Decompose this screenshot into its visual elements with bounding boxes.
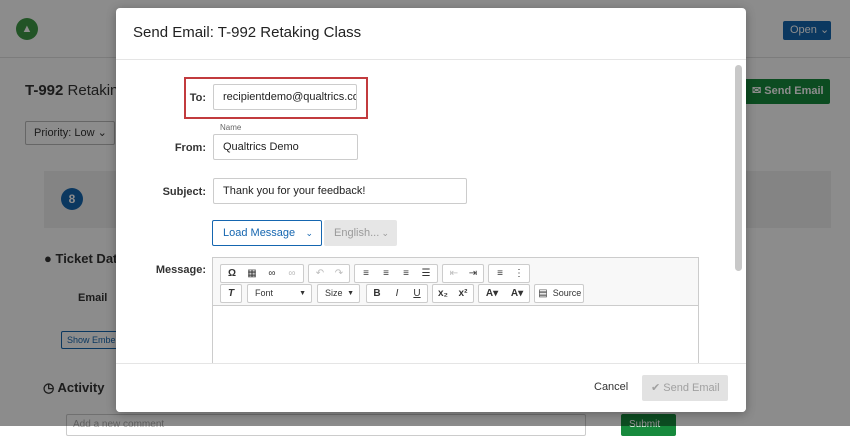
size-select[interactable]: Size ▼ (317, 284, 360, 303)
source-button[interactable]: Source (551, 285, 583, 302)
indent-icon[interactable]: ⇥ (464, 265, 482, 282)
bulleted-list-icon[interactable]: ⋮ (510, 265, 528, 282)
align-right-icon[interactable]: ≡ (397, 265, 415, 282)
list-group: ≡ ⋮ (488, 264, 530, 283)
caret-down-icon: ▼ (299, 290, 306, 297)
unlink-icon[interactable]: ∞ (283, 265, 301, 282)
align-group: ≡ ≡ ≡ ☰ (354, 264, 438, 283)
font-select-label: Font (255, 288, 274, 298)
to-field[interactable]: recipientdemo@qualtrics.co (213, 84, 357, 110)
modal-title: Send Email: T-992 Retaking Class (133, 24, 362, 41)
clear-format-icon[interactable]: T (222, 285, 240, 302)
superscript-icon[interactable]: x² (454, 285, 472, 302)
modal-footer: Cancel ✔ Send Email (116, 363, 746, 412)
editor-toolbar: Ω ▦ ∞ ∞ ↶ ↷ ≡ ≡ ≡ ☰ ⇤ ⇥ ≡ ⋮ T Font ▼ Siz… (213, 258, 698, 306)
underline-button[interactable]: U (408, 285, 426, 302)
text-style-group: B I U (366, 284, 428, 303)
subscript-icon[interactable]: x₂ (434, 285, 452, 302)
modal-body: To: recipientdemo@qualtrics.co Name From… (116, 61, 746, 363)
load-message-label: Load Message (223, 227, 296, 239)
undo-icon[interactable]: ↶ (311, 265, 329, 282)
check-icon: ✔ (651, 382, 661, 394)
script-group: x₂ x² (432, 284, 474, 303)
italic-button[interactable]: I (388, 285, 406, 302)
send-email-modal: Send Email: T-992 Retaking Class To: rec… (116, 8, 746, 412)
language-label: English... (334, 227, 380, 239)
color-group: A▾ A▾ (478, 284, 530, 303)
from-label: From: (174, 142, 206, 154)
cancel-button[interactable]: Cancel (594, 381, 628, 393)
source-group: ▤ Source (534, 284, 584, 303)
caret-down-icon: ▼ (347, 290, 354, 297)
load-message-dropdown[interactable]: Load Message ⌄ (212, 220, 322, 246)
align-center-icon[interactable]: ≡ (377, 265, 395, 282)
chevron-down-icon: ⌄ (381, 228, 389, 238)
outdent-icon[interactable]: ⇤ (445, 265, 463, 282)
message-editor[interactable]: Ω ▦ ∞ ∞ ↶ ↷ ≡ ≡ ≡ ☰ ⇤ ⇥ ≡ ⋮ T Font ▼ Siz… (212, 257, 699, 363)
message-label: Message: (155, 264, 206, 276)
language-dropdown[interactable]: English... ⌄ (324, 220, 397, 246)
source-icon[interactable]: ▤ (536, 285, 550, 302)
from-field[interactable]: Qualtrics Demo (213, 134, 358, 160)
send-email-label: Send Email (663, 382, 720, 394)
subject-label: Subject: (162, 186, 206, 198)
align-left-icon[interactable]: ≡ (357, 265, 375, 282)
indent-group: ⇤ ⇥ (442, 264, 484, 283)
text-color-icon[interactable]: A▾ (505, 285, 529, 302)
size-select-label: Size (325, 288, 343, 298)
link-icon[interactable]: ∞ (263, 265, 281, 282)
font-select[interactable]: Font ▼ (247, 284, 312, 303)
bold-button[interactable]: B (368, 285, 386, 302)
scrollbar[interactable] (735, 65, 742, 271)
insert-group: Ω ▦ ∞ ∞ (220, 264, 304, 283)
modal-header: Send Email: T-992 Retaking Class (116, 8, 746, 60)
special-char-icon[interactable]: Ω (223, 265, 241, 282)
from-name-hint: Name (220, 123, 242, 132)
chevron-down-icon: ⌄ (305, 228, 313, 238)
table-icon[interactable]: ▦ (243, 265, 261, 282)
align-justify-icon[interactable]: ☰ (417, 265, 435, 282)
send-email-button[interactable]: ✔ Send Email (642, 375, 728, 401)
numbered-list-icon[interactable]: ≡ (491, 265, 509, 282)
undo-group: ↶ ↷ (308, 264, 350, 283)
background-color-icon[interactable]: A▾ (480, 285, 504, 302)
clear-format-group: T (220, 284, 242, 303)
redo-icon[interactable]: ↷ (330, 265, 348, 282)
subject-field[interactable]: Thank you for your feedback! (213, 178, 467, 204)
